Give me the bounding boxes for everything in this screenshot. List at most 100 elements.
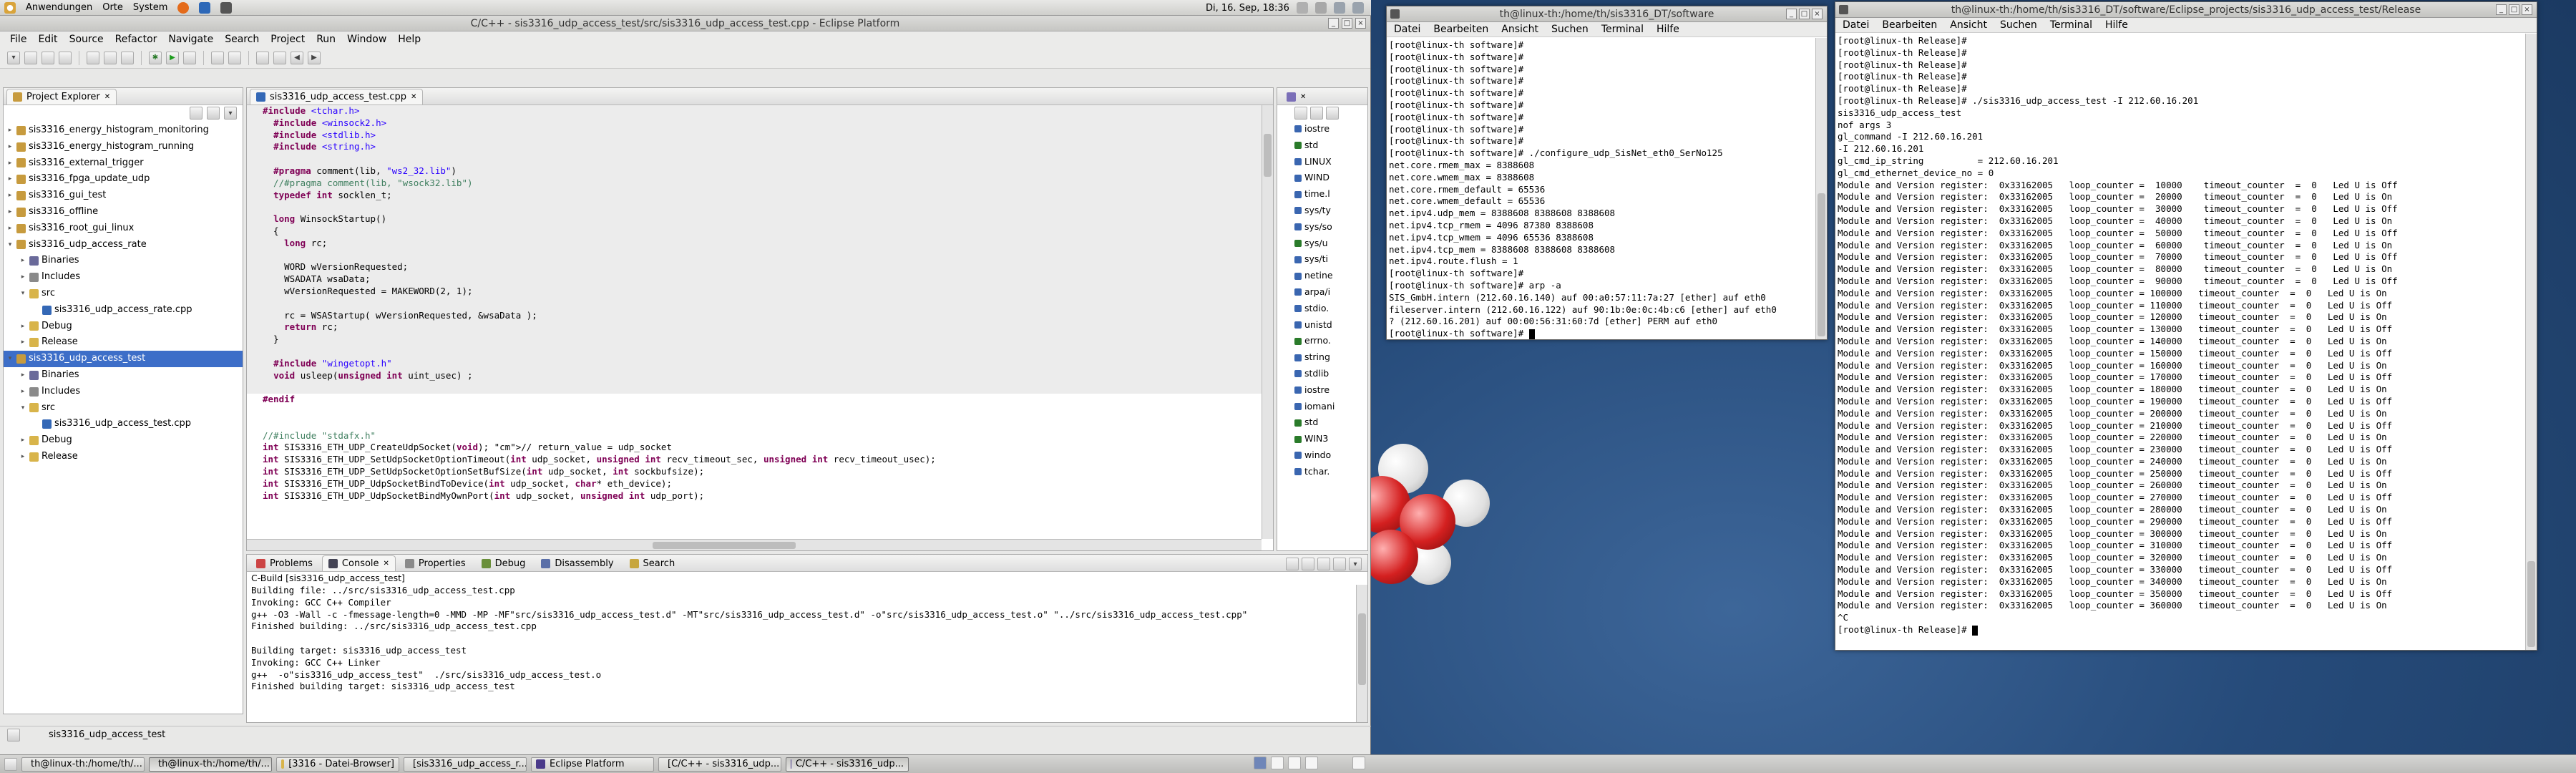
outline-tab[interactable]: ✕ xyxy=(1280,89,1312,104)
workspace-3[interactable] xyxy=(1288,757,1301,769)
fast-view-icon[interactable] xyxy=(7,728,20,742)
clear-console-icon[interactable] xyxy=(1302,558,1314,570)
expand-toggle-icon[interactable]: ▾ xyxy=(6,237,14,253)
volume-icon[interactable] xyxy=(1333,2,1345,14)
expand-toggle-icon[interactable]: ▸ xyxy=(6,171,14,188)
tree-item[interactable]: ▸ Debug xyxy=(4,432,243,449)
tree-item[interactable]: ▾ sis3316_udp_access_rate xyxy=(4,237,243,253)
taskbar-button[interactable]: Eclipse Platform xyxy=(531,757,654,772)
expand-toggle-icon[interactable]: ▸ xyxy=(19,384,26,400)
menu-terminal[interactable]: Terminal xyxy=(1601,24,1644,35)
taskbar-button[interactable]: th@linux-th:/home/th/... xyxy=(21,757,145,772)
workspace-1[interactable] xyxy=(1254,757,1267,769)
menu-hilfe[interactable]: Hilfe xyxy=(2105,19,2128,31)
hide-static-icon[interactable] xyxy=(1326,107,1339,120)
workspace-switcher[interactable] xyxy=(1254,757,1318,769)
terminal-titlebar[interactable]: th@linux-th:/home/th/sis3316_DT/software… xyxy=(1387,6,1827,22)
places-menu[interactable]: Orte xyxy=(102,2,123,13)
view-menu-icon[interactable]: ▾ xyxy=(224,107,237,120)
editor-vscrollbar[interactable] xyxy=(1262,105,1273,539)
expand-toggle-icon[interactable]: ▸ xyxy=(6,122,14,139)
tree-item[interactable]: ▾ sis3316_udp_access_test xyxy=(4,351,243,367)
expand-toggle-icon[interactable]: ▸ xyxy=(6,204,14,220)
scroll-lock-icon[interactable] xyxy=(1317,558,1330,570)
run-icon[interactable]: ▶ xyxy=(166,51,179,64)
tree-item[interactable]: ▸ sis3316_energy_histogram_running xyxy=(4,139,243,155)
maximize-button[interactable]: □ xyxy=(1799,9,1810,19)
tree-item[interactable]: ▸ Debug xyxy=(4,319,243,335)
workspace-2[interactable] xyxy=(1271,757,1284,769)
tree-item[interactable]: ▾ src xyxy=(4,286,243,302)
outline-item[interactable]: sys/u xyxy=(1294,235,1367,252)
tree-item[interactable]: ▸ sis3316_offline xyxy=(4,204,243,220)
taskbar-button[interactable]: C/C++ - sis3316_udp... xyxy=(786,757,909,772)
tree-item[interactable]: ▸ Release xyxy=(4,334,243,351)
minimize-button[interactable]: _ xyxy=(1786,9,1797,19)
eclipse-titlebar[interactable]: C/C++ - sis3316_udp_access_test/src/sis3… xyxy=(0,16,1370,31)
project-explorer-tab[interactable]: Project Explorer ✕ xyxy=(6,89,117,104)
tab-search[interactable]: Search xyxy=(623,555,682,571)
close-icon[interactable]: ✕ xyxy=(104,93,110,101)
tree-item[interactable]: ▸ sis3316_gui_test xyxy=(4,188,243,204)
close-button[interactable]: × xyxy=(2522,4,2532,15)
outline-item[interactable]: WIN3 xyxy=(1294,431,1367,447)
outline-item[interactable]: iostre xyxy=(1294,121,1367,137)
outline-item[interactable]: unistd xyxy=(1294,317,1367,334)
tree-item[interactable]: sis3316_udp_access_rate.cpp xyxy=(4,302,243,319)
close-icon[interactable]: ✕ xyxy=(411,93,416,101)
tree-item[interactable]: ▸ Binaries xyxy=(4,253,243,269)
show-desktop-icon[interactable] xyxy=(4,757,17,771)
menu-window[interactable]: Window xyxy=(347,34,386,45)
editor-tab[interactable]: sis3316_udp_access_test.cpp ✕ xyxy=(250,89,424,104)
external-tools-icon[interactable] xyxy=(183,51,196,64)
tree-item[interactable]: ▾ src xyxy=(4,400,243,417)
close-button[interactable]: × xyxy=(1355,18,1366,29)
close-button[interactable]: × xyxy=(1812,9,1823,19)
outline-item[interactable]: stdio. xyxy=(1294,301,1367,317)
tab-debug[interactable]: Debug xyxy=(475,555,532,571)
search-icon[interactable] xyxy=(228,51,241,64)
expand-toggle-icon[interactable]: ▸ xyxy=(19,449,26,465)
back-icon[interactable]: ◀ xyxy=(291,51,303,64)
outline-item[interactable]: string xyxy=(1294,349,1367,366)
close-icon[interactable]: ✕ xyxy=(384,560,389,568)
outline-item[interactable]: iomani xyxy=(1294,399,1367,415)
menu-refactor[interactable]: Refactor xyxy=(115,34,157,45)
menu-datei[interactable]: Datei xyxy=(1843,19,1869,31)
minimize-button[interactable]: _ xyxy=(2496,4,2507,15)
firefox-icon[interactable] xyxy=(177,1,190,14)
expand-toggle-icon[interactable]: ▸ xyxy=(6,188,14,204)
menu-edit[interactable]: Edit xyxy=(38,34,57,45)
tree-item[interactable]: ▸ sis3316_fpga_update_udp xyxy=(4,171,243,188)
expand-toggle-icon[interactable]: ▾ xyxy=(6,351,14,367)
tree-item[interactable]: ▸ sis3316_root_gui_linux xyxy=(4,220,243,237)
taskbar-button[interactable]: [C/C++ - sis3316_udp... xyxy=(658,757,781,772)
expand-toggle-icon[interactable]: ▸ xyxy=(6,139,14,155)
terminal-scrollbar[interactable] xyxy=(2525,34,2537,650)
print-icon[interactable] xyxy=(59,51,72,64)
expand-toggle-icon[interactable]: ▸ xyxy=(6,220,14,237)
new-folder-icon[interactable] xyxy=(121,51,134,64)
save-icon[interactable] xyxy=(24,51,37,64)
menu-search[interactable]: Search xyxy=(225,34,259,45)
menu-ansicht[interactable]: Ansicht xyxy=(1950,19,1987,31)
tree-item[interactable]: ▸ Includes xyxy=(4,384,243,400)
maximize-button[interactable]: □ xyxy=(2509,4,2519,15)
new-class-icon[interactable] xyxy=(104,51,117,64)
menu-run[interactable]: Run xyxy=(316,34,336,45)
build-icon[interactable] xyxy=(87,51,99,64)
outline-item[interactable]: iostre xyxy=(1294,382,1367,399)
expand-toggle-icon[interactable]: ▸ xyxy=(19,334,26,351)
console-output[interactable]: Building file: ../src/sis3316_udp_access… xyxy=(247,585,1356,722)
collapse-all-icon[interactable] xyxy=(190,107,203,120)
taskbar-button[interactable]: th@linux-th:/home/th/... xyxy=(149,757,272,772)
terminal-scrollbar[interactable] xyxy=(1815,38,1827,339)
outline-item[interactable]: tchar. xyxy=(1294,464,1367,480)
workspace-4[interactable] xyxy=(1305,757,1318,769)
menu-file[interactable]: File xyxy=(10,34,26,45)
expand-toggle-icon[interactable]: ▸ xyxy=(19,253,26,269)
menu-source[interactable]: Source xyxy=(69,34,104,45)
outline-item[interactable]: std xyxy=(1294,414,1367,431)
tree-item[interactable]: ▸ Release xyxy=(4,449,243,465)
taskbar-button[interactable]: [3316 - Datei-Browser] xyxy=(276,757,399,772)
